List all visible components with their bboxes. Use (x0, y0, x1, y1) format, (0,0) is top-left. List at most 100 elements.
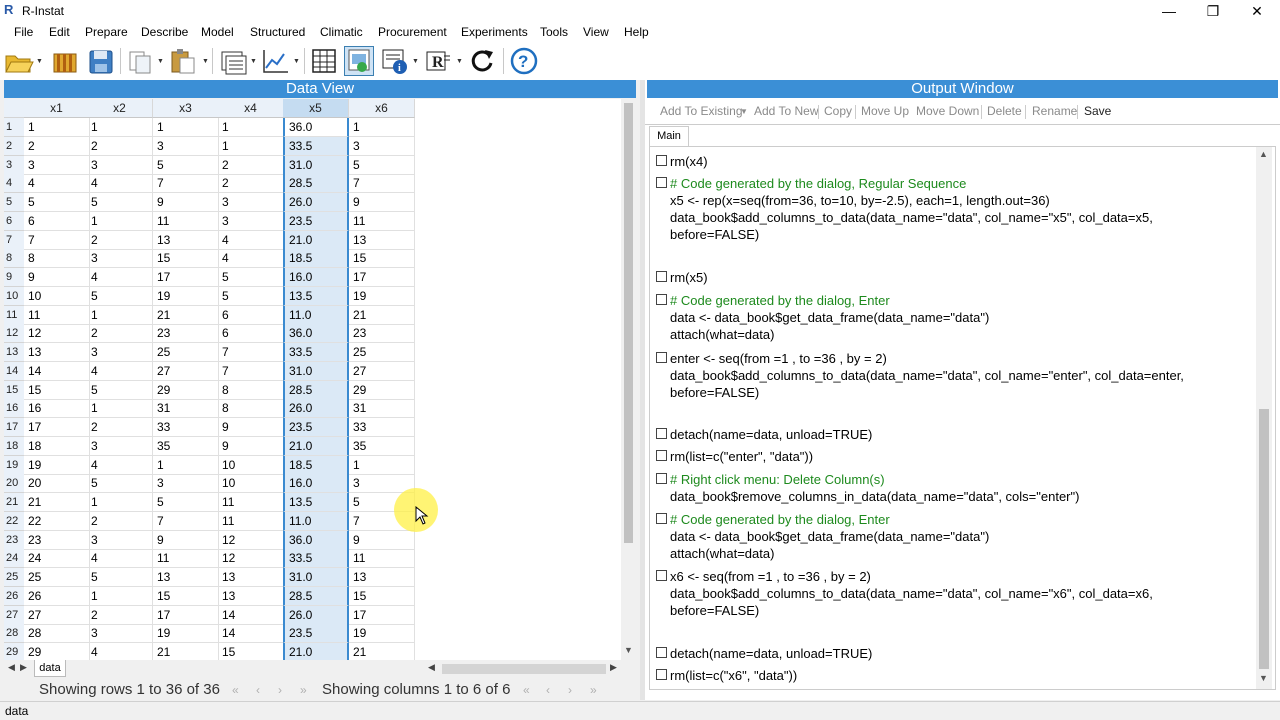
grid-cell[interactable]: 29 (349, 380, 415, 400)
grid-cell[interactable]: 4 (87, 643, 153, 660)
grid-cell[interactable]: 2 (218, 174, 284, 194)
grid-cell[interactable]: 15 (349, 249, 415, 269)
grid-cell[interactable]: 1 (153, 118, 219, 137)
grid-cell[interactable]: 36.0 (283, 324, 349, 344)
grid-cell[interactable]: 3 (349, 136, 415, 156)
data-options-dropdown-icon[interactable]: ▼ (250, 58, 257, 65)
grid-cell[interactable]: 7 (24, 230, 90, 250)
grid-cell[interactable]: 23 (349, 324, 415, 344)
grid-cell[interactable]: 9 (153, 193, 219, 212)
grid-cell[interactable]: 4 (24, 174, 90, 194)
grid-cell[interactable]: 1 (218, 118, 284, 137)
output-entry-checkbox[interactable] (656, 294, 667, 305)
cols-next-icon[interactable]: › (568, 683, 572, 697)
grid-cell[interactable]: 9 (153, 530, 219, 550)
row-header[interactable]: 7 (4, 230, 24, 250)
paste-icon[interactable] (168, 46, 198, 76)
add-to-new-button[interactable]: Add To New (754, 104, 818, 118)
scroll-down-arrow-icon[interactable]: ▼ (624, 645, 633, 655)
grid-cell[interactable]: 18.5 (283, 249, 349, 269)
grid-cell[interactable]: 2 (87, 230, 153, 250)
output-entry-checkbox[interactable] (656, 669, 667, 680)
grid-cell[interactable]: 16 (24, 399, 90, 419)
grid-cell[interactable]: 4 (87, 455, 153, 475)
save-icon[interactable] (86, 46, 116, 76)
row-header[interactable]: 6 (4, 211, 24, 231)
save-button[interactable]: Save (1084, 104, 1111, 118)
last-graph-icon[interactable] (260, 46, 290, 76)
copy-icon[interactable] (126, 46, 156, 76)
grid-cell[interactable]: 2 (24, 136, 90, 156)
grid-cell[interactable]: 3 (87, 624, 153, 644)
menu-model[interactable]: Model (201, 25, 234, 39)
grid-cell[interactable]: 27 (349, 361, 415, 381)
grid-cell[interactable]: 21 (349, 305, 415, 325)
move-up-button[interactable]: Move Up (861, 104, 909, 118)
grid-cell[interactable]: 11 (153, 549, 219, 569)
grid-cell[interactable]: 11 (349, 549, 415, 569)
paste-dropdown-icon[interactable]: ▼ (202, 58, 209, 65)
grid-cell[interactable]: 23 (153, 324, 219, 344)
menu-file[interactable]: File (14, 25, 33, 39)
output-scroll-up-icon[interactable]: ▲ (1259, 149, 1268, 159)
grid-cell[interactable]: 4 (218, 249, 284, 269)
grid-cell[interactable]: 4 (87, 174, 153, 194)
grid-cell[interactable]: 26.0 (283, 605, 349, 625)
grid-cell[interactable]: 28.5 (283, 380, 349, 400)
grid-cell[interactable]: 2 (218, 155, 284, 175)
grid-cell[interactable]: 2 (87, 324, 153, 344)
grid-cell[interactable]: 31.0 (283, 361, 349, 381)
grid-cell[interactable]: 12 (218, 549, 284, 569)
row-header[interactable]: 1 (4, 118, 24, 137)
grid-cell[interactable]: 15 (349, 586, 415, 606)
grid-cell[interactable]: 27 (24, 605, 90, 625)
grid-cell[interactable]: 13 (153, 230, 219, 250)
data-grid[interactable]: x1 x2 x3 x4 x5 x6 1 1 1 1 1 36.0 1 2 2 2 3 1 33.5 3 3 3 3 5 2 31… (4, 99, 621, 660)
grid-cell[interactable]: 2 (87, 511, 153, 531)
grid-cell[interactable]: 1 (87, 211, 153, 231)
row-header[interactable]: 3 (4, 155, 24, 175)
grid-cell[interactable]: 22 (24, 511, 90, 531)
grid-cell[interactable]: 2 (87, 605, 153, 625)
grid-cell[interactable]: 11 (218, 493, 284, 512)
grid-cell[interactable]: 8 (218, 380, 284, 400)
move-down-button[interactable]: Move Down (916, 104, 979, 118)
cols-prev-icon[interactable]: ‹ (546, 683, 550, 697)
grid-cell[interactable]: 15 (153, 249, 219, 269)
output-entry-checkbox[interactable] (656, 428, 667, 439)
grid-cell[interactable]: 13.5 (283, 286, 349, 306)
column-header-x6[interactable]: x6 (349, 99, 415, 118)
grid-cell[interactable]: 3 (218, 211, 284, 231)
restore-button[interactable]: ❐ (1190, 0, 1236, 22)
grid-cell[interactable]: 13 (349, 230, 415, 250)
grid-cell[interactable]: 23.5 (283, 418, 349, 437)
grid-horizontal-scrollbar[interactable] (442, 664, 606, 674)
grid-cell[interactable]: 3 (87, 343, 153, 362)
menu-help[interactable]: Help (624, 25, 649, 39)
grid-cell[interactable]: 7 (153, 174, 219, 194)
grid-cell[interactable]: 6 (24, 211, 90, 231)
grid-vscroll-thumb[interactable] (624, 103, 633, 543)
grid-cell[interactable]: 11 (24, 305, 90, 325)
grid-cell[interactable]: 4 (87, 549, 153, 569)
grid-cell[interactable]: 8 (218, 399, 284, 419)
grid-cell[interactable]: 36.0 (283, 530, 349, 550)
grid-cell[interactable]: 28.5 (283, 586, 349, 606)
grid-vertical-scrollbar[interactable]: ▼ (621, 99, 636, 660)
grid-cell[interactable]: 31.0 (283, 568, 349, 587)
grid-cell[interactable]: 16.0 (283, 268, 349, 287)
output-vscroll-thumb[interactable] (1259, 409, 1269, 669)
grid-cell[interactable]: 12 (24, 324, 90, 344)
row-header[interactable]: 20 (4, 474, 24, 494)
reset-icon[interactable] (467, 46, 497, 76)
grid-cell[interactable]: 1 (87, 493, 153, 512)
grid-cell[interactable]: 1 (87, 399, 153, 419)
grid-cell[interactable]: 9 (218, 436, 284, 456)
rows-next-icon[interactable]: › (278, 683, 282, 697)
column-header-x4[interactable]: x4 (218, 99, 284, 118)
cols-last-icon[interactable]: » (590, 683, 597, 697)
tab-prev-arrow-icon[interactable]: ◀ (8, 662, 15, 673)
grid-cell[interactable]: 1 (87, 118, 153, 137)
row-header[interactable]: 14 (4, 361, 24, 381)
grid-cell[interactable]: 33 (349, 418, 415, 437)
